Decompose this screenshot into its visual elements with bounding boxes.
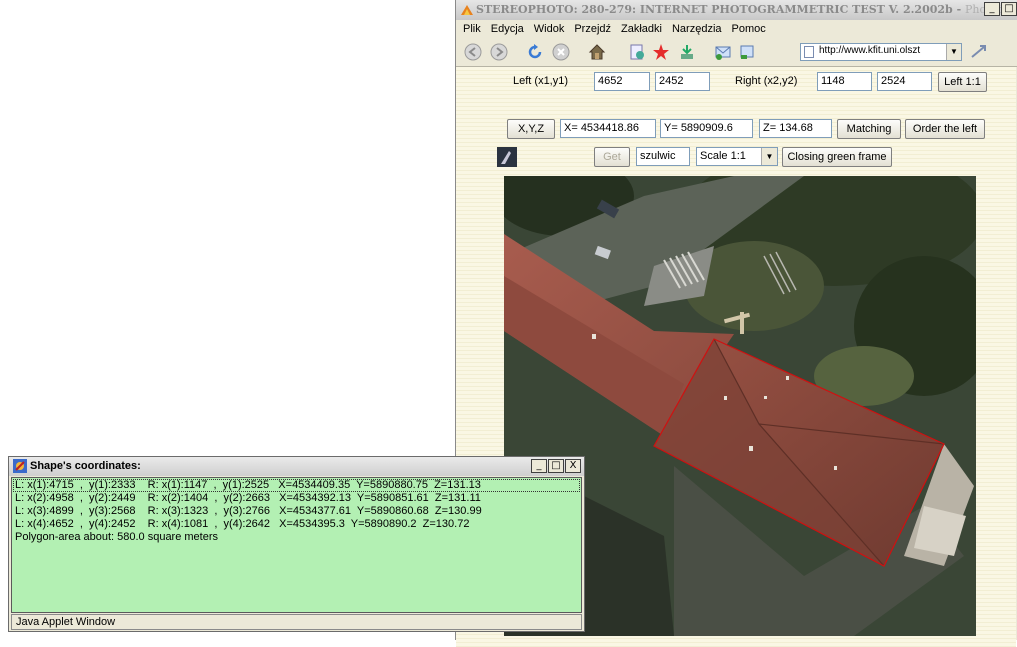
right-y-field[interactable]: 2524: [877, 72, 932, 91]
applet-status-text: Java Applet Window: [16, 616, 116, 628]
maximize-button[interactable]: □: [548, 459, 564, 473]
menu-edycja[interactable]: Edycja: [491, 23, 524, 35]
right-coords-label: Right (x2,y2): [735, 75, 798, 87]
thumbnail-icon[interactable]: [497, 147, 517, 167]
list-item[interactable]: L: x(4):4652 , y(4):2452 R: x(4):1081 , …: [15, 518, 469, 530]
home-icon[interactable]: [588, 43, 606, 61]
user-field[interactable]: szulwic: [636, 147, 690, 166]
download-icon[interactable]: [678, 43, 696, 61]
scale-select[interactable]: Scale 1:1 ▼: [696, 147, 778, 166]
left-y-field[interactable]: 2452: [655, 72, 710, 91]
back-icon[interactable]: [464, 43, 482, 61]
left-1-1-button[interactable]: Left 1:1: [938, 72, 987, 92]
menu-przejdz[interactable]: Przejdź: [574, 23, 611, 35]
list-item[interactable]: L: x(2):4958 , y(2):2449 R: x(2):1404 , …: [15, 492, 481, 504]
closing-green-frame-button[interactable]: Closing green frame: [782, 147, 892, 167]
menu-narzedzia[interactable]: Narzędzia: [672, 23, 722, 35]
menu-pomoc[interactable]: Pomoc: [732, 23, 766, 35]
applet-titlebar[interactable]: Shape's coordinates: _ □ X: [9, 457, 584, 476]
list-item[interactable]: L: x(1):4715 , y(1):2333 R: x(1):1147 , …: [15, 479, 481, 491]
bookmark-icon[interactable]: [628, 43, 646, 61]
menu-plik[interactable]: Plik: [463, 23, 481, 35]
applet-title: Shape's coordinates:: [30, 460, 141, 472]
maximize-button[interactable]: □: [1001, 2, 1017, 16]
applet-window-controls: _ □ X: [531, 459, 581, 473]
right-x-field[interactable]: 1148: [817, 72, 872, 91]
y-coordinate-field[interactable]: Y= 5890909.6: [660, 119, 753, 138]
minimize-button[interactable]: _: [531, 459, 547, 473]
mail-icon[interactable]: [714, 43, 732, 61]
print-icon[interactable]: [738, 43, 756, 61]
get-button[interactable]: Get: [594, 147, 630, 167]
left-coords-label: Left (x1,y1): [513, 75, 569, 87]
z-coordinate-field[interactable]: Z= 134.68: [759, 119, 832, 138]
send-icon[interactable]: [970, 43, 988, 61]
matching-button[interactable]: Matching: [837, 119, 901, 139]
order-the-left-button[interactable]: Order the left: [905, 119, 985, 139]
applet-status-bar: Java Applet Window: [11, 614, 582, 630]
browser-title: STEREOPHOTO: 280-279: INTERNET PHOTOGRAM…: [476, 3, 1009, 16]
x-coordinate-field[interactable]: X= 4534418.86: [560, 119, 656, 138]
menu-widok[interactable]: Widok: [534, 23, 565, 35]
scale-select-value: Scale 1:1: [700, 150, 746, 162]
minimize-button[interactable]: _: [984, 2, 1000, 16]
forward-icon[interactable]: [490, 43, 508, 61]
url-bar[interactable]: http://www.kfit.uni.olszt ▼: [800, 43, 962, 61]
page-icon: [804, 46, 814, 58]
chevron-down-icon[interactable]: ▼: [946, 44, 961, 60]
navigation-toolbar: http://www.kfit.uni.olszt ▼: [456, 38, 1017, 67]
chevron-down-icon[interactable]: ▼: [761, 148, 777, 165]
shape-coordinates-window: Shape's coordinates: _ □ X L: x(1):4715 …: [8, 456, 585, 632]
stop-icon[interactable]: [552, 43, 570, 61]
reload-icon[interactable]: [526, 43, 544, 61]
close-button[interactable]: X: [565, 459, 581, 473]
browser-titlebar[interactable]: STEREOPHOTO: 280-279: INTERNET PHOTOGRAM…: [456, 0, 1017, 20]
url-text: http://www.kfit.uni.olszt: [819, 45, 921, 56]
menu-zakladki[interactable]: Zakładki: [621, 23, 662, 35]
xyz-button[interactable]: X,Y,Z: [507, 119, 555, 139]
star-icon[interactable]: [652, 43, 670, 61]
coordinates-list[interactable]: L: x(1):4715 , y(1):2333 R: x(1):1147 , …: [11, 477, 582, 613]
list-item[interactable]: L: x(3):4899 , y(3):2568 R: x(3):1323 , …: [15, 505, 482, 517]
java-icon: [13, 459, 27, 473]
browser-window-controls: _ □: [984, 2, 1017, 16]
menu-bar: Plik Edycja Widok Przejdź Zakładki Narzę…: [456, 20, 1017, 38]
left-x-field[interactable]: 4652: [594, 72, 650, 91]
polygon-area-text[interactable]: Polygon-area about: 580.0 square meters: [15, 531, 218, 543]
phoenix-icon: [461, 5, 473, 15]
